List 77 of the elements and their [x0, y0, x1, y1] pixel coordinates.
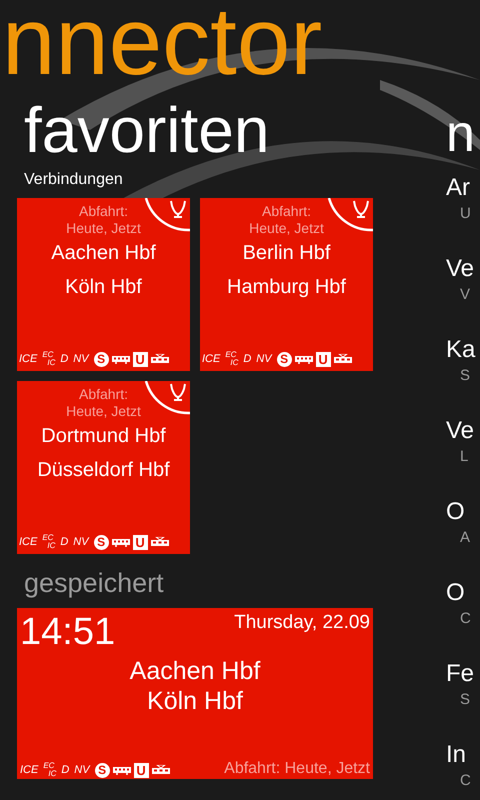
product-badge: U — [134, 762, 149, 778]
menu-item-subtitle: L — [459, 448, 470, 466]
menu-item-subtitle: C — [459, 772, 472, 790]
bus-icon — [112, 354, 130, 364]
time-label: 14:51 — [20, 610, 116, 654]
section-heading: gespeichert — [23, 567, 165, 600]
product-label: EC — [225, 351, 238, 359]
product-label: D — [60, 354, 68, 364]
connector-logo-icon — [144, 198, 190, 234]
destination-station: Köln Hbf — [65, 275, 142, 299]
departure-time: Heute, Jetzt — [66, 220, 141, 237]
origin-station: Berlin Hbf — [242, 241, 330, 265]
connector-logo-icon — [144, 381, 190, 417]
product-label: IC — [46, 542, 56, 550]
menu-item-title[interactable]: In — [446, 738, 480, 772]
date-label: Thursday, 22.09 — [234, 611, 370, 635]
departure-time: Heute, Jetzt — [249, 220, 324, 237]
origin-station: Aachen Hbf — [130, 656, 260, 686]
menu-item-title[interactable]: Ve — [446, 252, 480, 286]
menu-item-subtitle: S — [459, 367, 472, 385]
product-badge: S — [94, 352, 109, 366]
tram-icon — [152, 765, 170, 775]
bus-icon — [294, 354, 313, 364]
product-label: EC — [42, 351, 54, 359]
bus-icon — [112, 766, 131, 774]
menu-item-subtitle: V — [459, 286, 472, 304]
tram-icon — [334, 354, 352, 364]
departure-label: Abfahrt: — [78, 203, 128, 220]
destination-station: Köln Hbf — [147, 686, 243, 716]
product-badge: S — [276, 352, 292, 366]
connector-logo-icon — [327, 198, 373, 234]
menu-item-title[interactable]: Fe — [446, 657, 480, 691]
app-title: nnector — [2, 0, 324, 90]
product-label: NV — [73, 354, 89, 364]
product-label: ICE — [202, 354, 220, 364]
menu-item-title[interactable]: O — [446, 576, 480, 610]
origin-station: Dortmund Hbf — [41, 424, 166, 448]
product-label: IC — [46, 359, 56, 367]
bus-icon — [112, 538, 130, 546]
origin-station: Aachen Hbf — [51, 241, 156, 265]
product-badge: U — [132, 534, 148, 550]
menu-item-title[interactable]: O — [446, 495, 480, 529]
page-heading: favoriten — [23, 94, 270, 166]
menu-item-subtitle: S — [459, 691, 472, 709]
product-label: D — [243, 354, 252, 364]
departure-label: Abfahrt: — [78, 386, 128, 403]
product-badge: U — [316, 352, 331, 366]
product-badge: S — [94, 534, 109, 550]
menu-item-title[interactable]: Ar — [446, 171, 480, 205]
departure-label: Abfahrt: — [262, 203, 312, 220]
product-label: EC — [42, 534, 54, 542]
section-label: Verbindungen — [23, 170, 124, 190]
product-label: ICE — [19, 354, 38, 364]
product-label: ICE — [19, 536, 38, 548]
product-label: ICE — [20, 764, 38, 776]
product-label: D — [60, 536, 68, 548]
menu-item-title[interactable]: Ka — [446, 333, 480, 367]
menu-item-title[interactable]: Ve — [446, 414, 480, 448]
tram-icon — [150, 537, 169, 547]
product-label: NV — [74, 764, 90, 776]
product-label: NV — [73, 536, 89, 548]
product-label: IC — [47, 770, 56, 778]
departure-label: Abfahrt: Heute, Jetzt — [224, 759, 370, 778]
product-label: IC — [229, 359, 238, 367]
menu-item-subtitle: U — [459, 205, 472, 223]
menu-item-subtitle: C — [459, 610, 472, 628]
destination-station: Düsseldorf Hbf — [37, 458, 170, 482]
product-label: D — [61, 764, 70, 776]
product-label: NV — [256, 354, 272, 364]
product-badge: U — [132, 352, 148, 366]
menu-item-subtitle: A — [459, 529, 472, 547]
departure-time: Heute, Jetzt — [66, 403, 141, 420]
panel-heading: n — [446, 104, 476, 165]
destination-station: Hamburg Hbf — [227, 275, 346, 299]
tram-icon — [150, 354, 169, 364]
product-badge: S — [94, 762, 110, 778]
product-label: EC — [43, 762, 56, 770]
